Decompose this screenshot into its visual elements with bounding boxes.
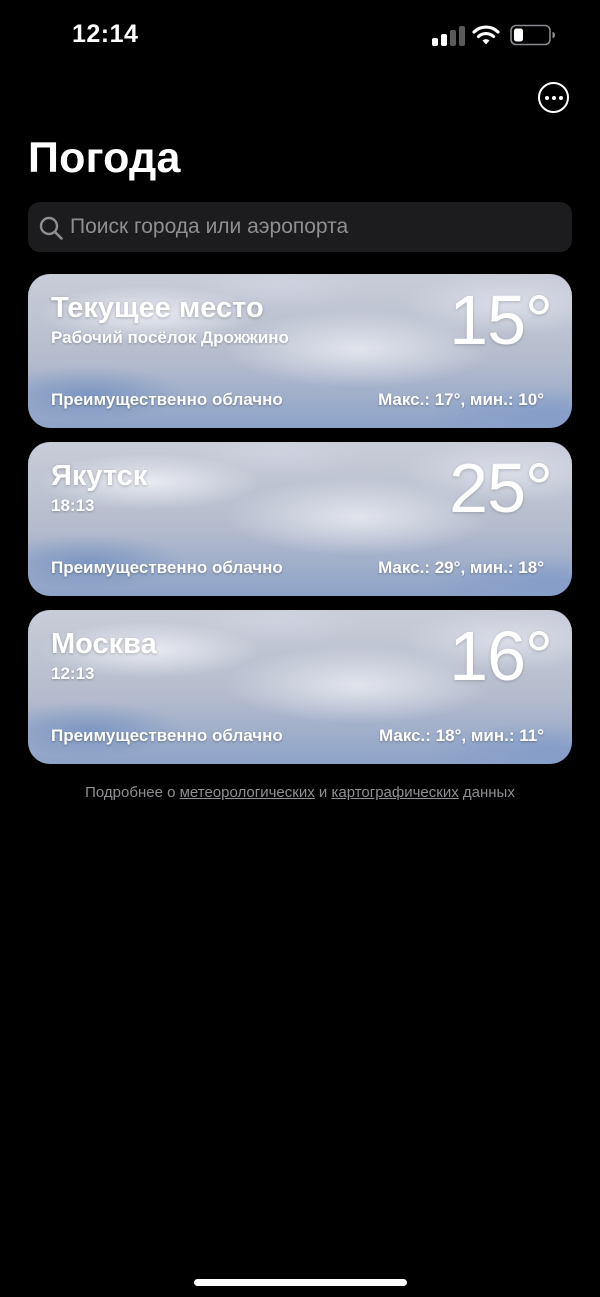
- status-bar: 12:14: [0, 0, 600, 72]
- battery-icon: [510, 24, 555, 46]
- ellipsis-circle-icon: [544, 95, 549, 100]
- current-temperature: 15°: [449, 281, 553, 359]
- city-card-current-location[interactable]: Текущее место Рабочий посёлок Дрожжино 1…: [28, 274, 572, 428]
- current-temperature: 16°: [449, 617, 553, 695]
- current-temperature: 25°: [449, 449, 553, 527]
- city-local-time: 12:13: [51, 664, 95, 683]
- city-card-moscow[interactable]: Москва 12:13 16° Преимущественно облачно…: [28, 610, 572, 764]
- city-subtitle: Рабочий посёлок Дрожжино: [51, 328, 289, 347]
- weather-condition: Преимущественно облачно: [51, 558, 283, 577]
- search-input[interactable]: [70, 202, 550, 252]
- weather-screen: 12:14 Погода Тек: [0, 0, 600, 1297]
- map-data-link[interactable]: картографических: [331, 784, 458, 801]
- weather-condition: Преимущественно облачно: [51, 390, 283, 409]
- city-name: Якутск: [51, 460, 148, 492]
- city-name: Москва: [51, 628, 157, 660]
- city-name: Текущее место: [51, 292, 264, 324]
- data-attribution-note: Подробнее о метеорологических и картогра…: [85, 784, 515, 801]
- temperature-range: Макс.: 17°, мин.: 10°: [378, 390, 544, 409]
- weather-data-link[interactable]: метеорологических: [180, 784, 315, 801]
- city-local-time: 18:13: [51, 496, 95, 515]
- more-options-button[interactable]: [538, 82, 569, 113]
- temperature-range: Макс.: 29°, мин.: 18°: [378, 558, 544, 577]
- home-indicator[interactable]: [194, 1279, 407, 1286]
- temperature-range: Макс.: 18°, мин.: 11°: [379, 726, 544, 745]
- weather-condition: Преимущественно облачно: [51, 726, 283, 745]
- wifi-icon: [472, 25, 500, 45]
- status-time: 12:14: [72, 20, 139, 48]
- signal-icon: [432, 26, 465, 46]
- search-bar[interactable]: [28, 202, 572, 252]
- magnifier-icon: [39, 216, 63, 240]
- page-title: Погода: [28, 134, 181, 182]
- city-card-yakutsk[interactable]: Якутск 18:13 25° Преимущественно облачно…: [28, 442, 572, 596]
